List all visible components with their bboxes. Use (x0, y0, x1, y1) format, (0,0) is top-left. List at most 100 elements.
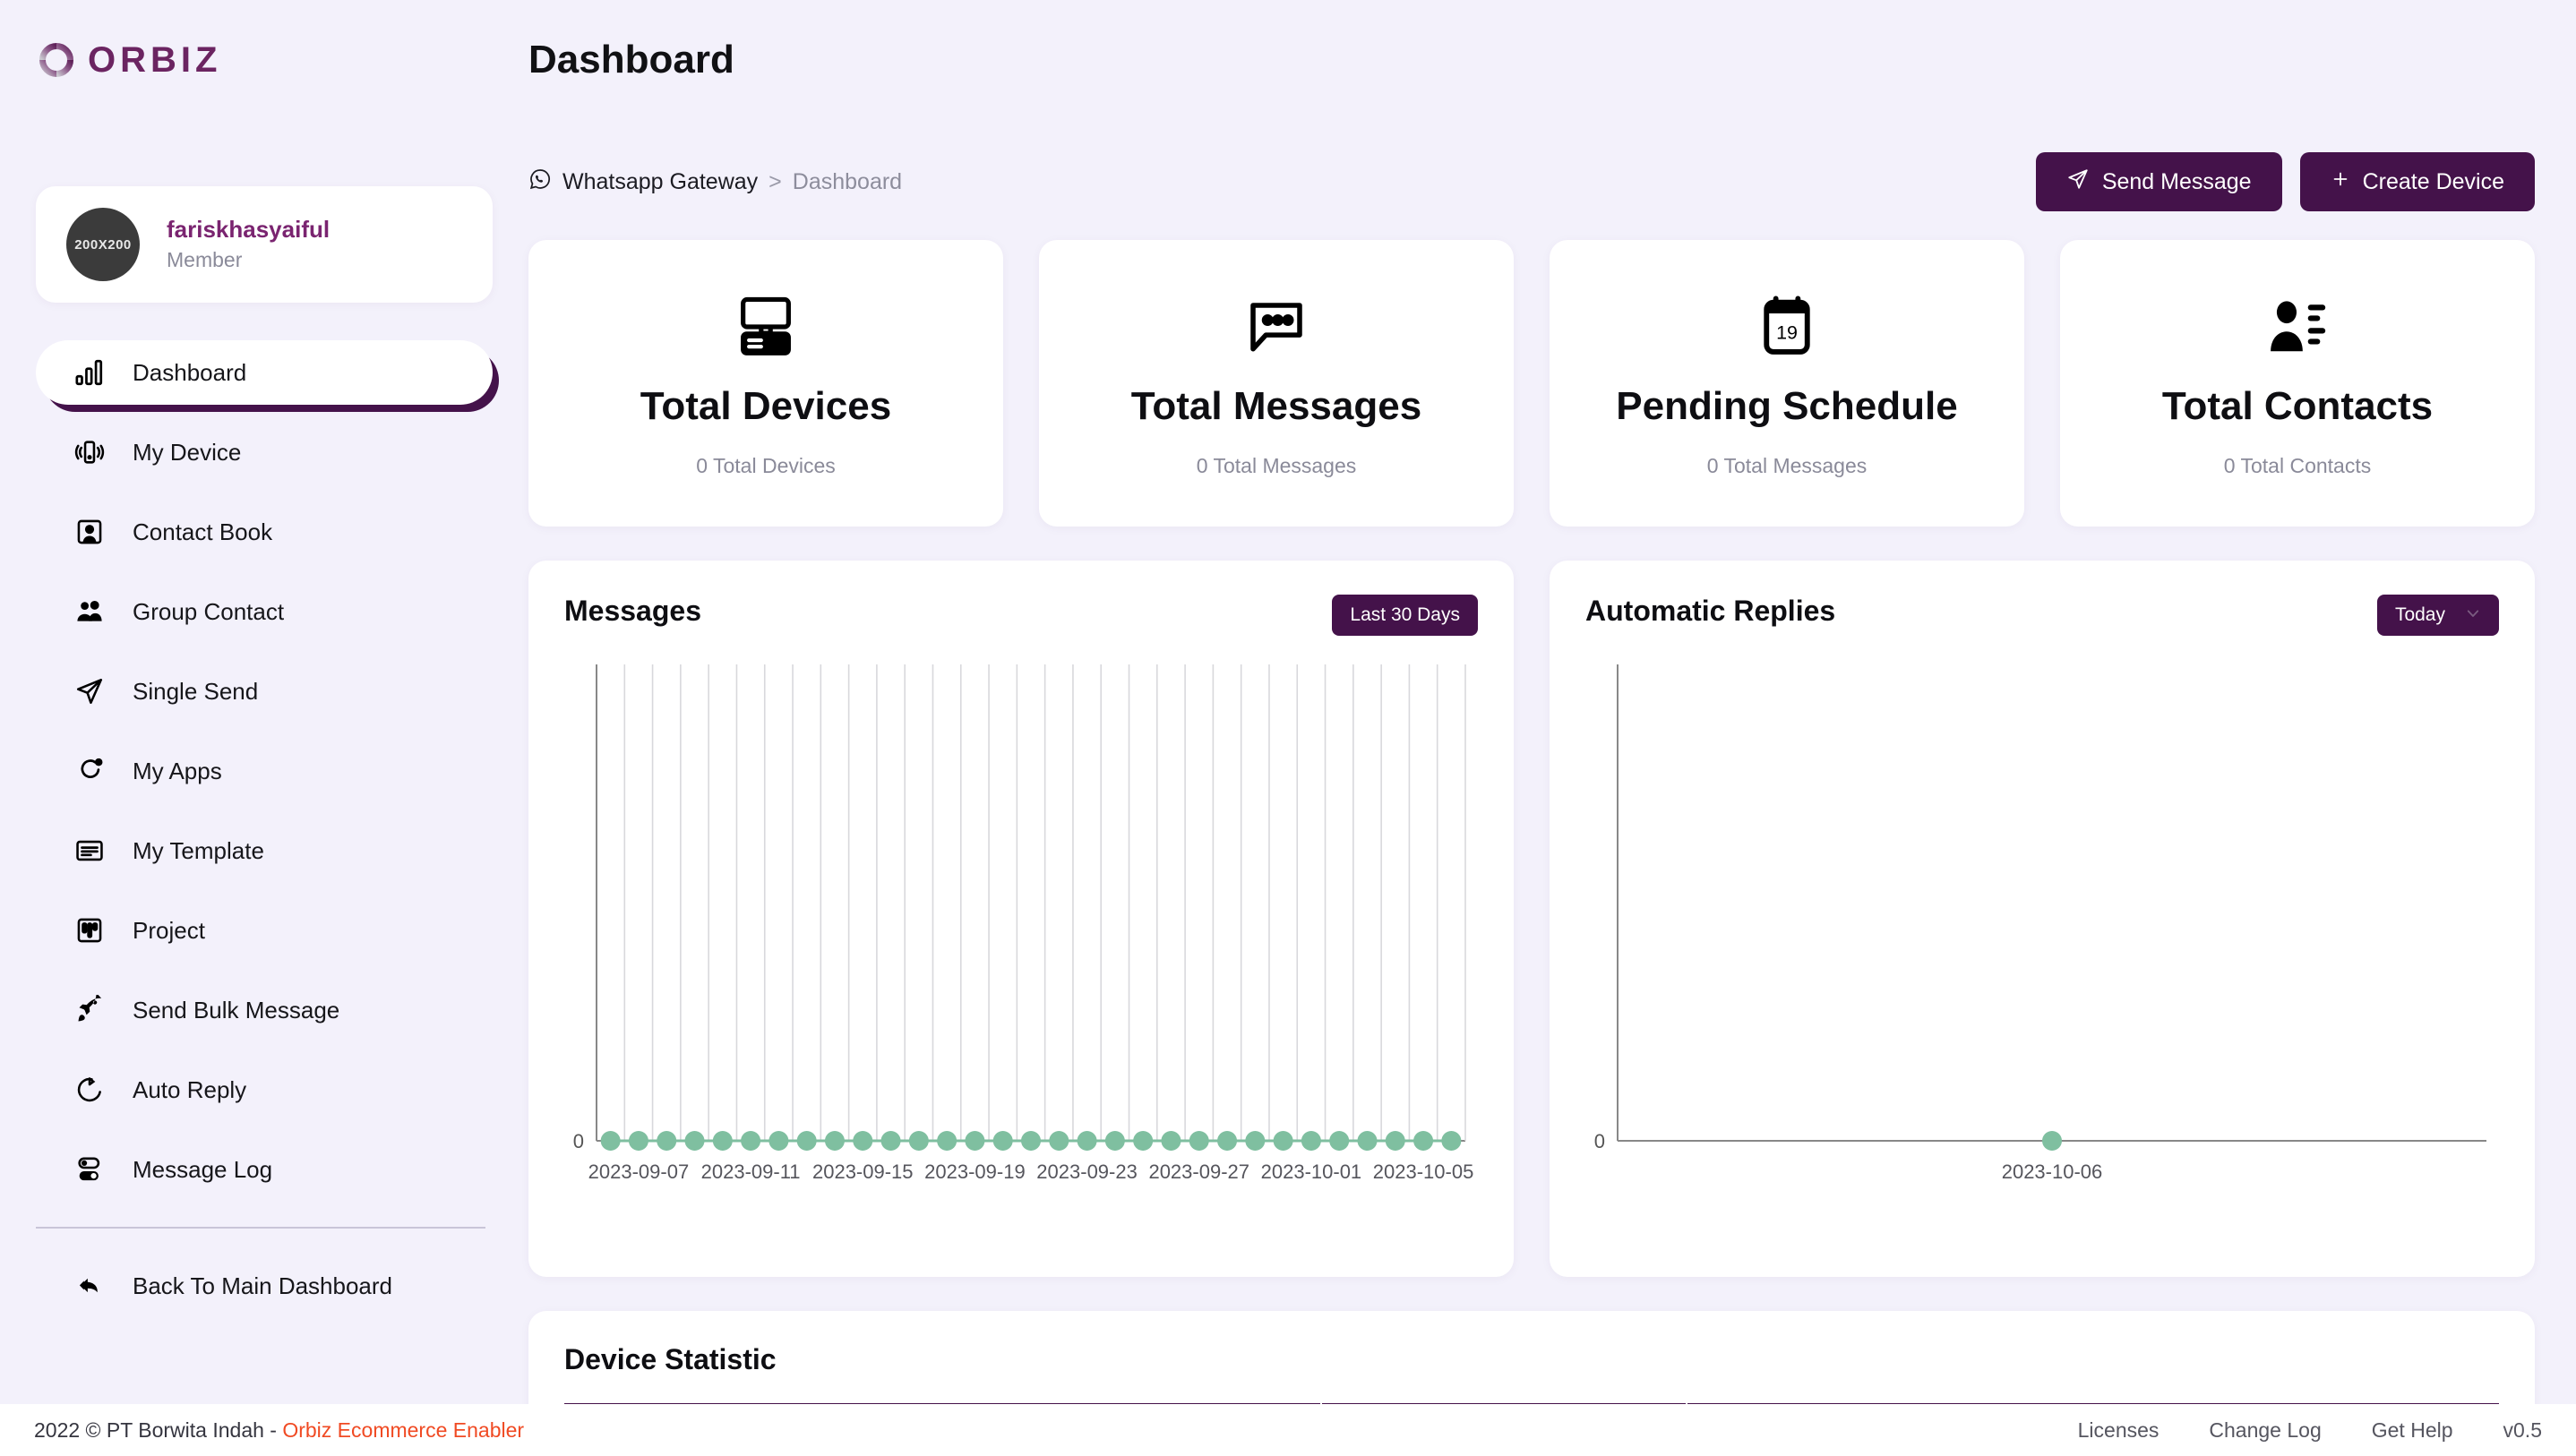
replies-plot-svg: 0 2023-10-06 (1594, 664, 2486, 1183)
send-message-label: Send Message (2101, 168, 2252, 194)
stat-card-total-contacts[interactable]: Total Contacts 0 Total Contacts (2060, 240, 2535, 527)
toggles-icon (72, 1152, 107, 1187)
sidebar-item-send-bulk-message[interactable]: Send Bulk Message (36, 978, 493, 1042)
footer-link-change-log[interactable]: Change Log (2209, 1418, 2321, 1443)
contact-card-icon (72, 514, 107, 550)
sidebar-item-label: My Device (133, 438, 242, 466)
calendar-19-icon: 19 (1752, 289, 1822, 364)
replies-chart-header: Automatic Replies Today (1585, 595, 2499, 636)
sidebar-item-label: Send Bulk Message (133, 996, 340, 1023)
messages-range-filter[interactable]: Last 30 Days (1332, 595, 1478, 636)
footer-link-licenses[interactable]: Licenses (2078, 1418, 2160, 1443)
footer-brand-link[interactable]: Orbiz Ecommerce Enabler (282, 1418, 524, 1442)
sidebar-item-my-apps[interactable]: My Apps (36, 739, 493, 803)
replies-range-label: Today (2394, 604, 2445, 625)
chart-cards: Messages Last 30 Days 0 2023-09-07 2023-09… (528, 561, 2535, 1277)
stat-card-total-messages[interactable]: Total Messages 0 Total Messages (1039, 240, 1514, 527)
create-device-button[interactable]: Create Device (2299, 152, 2535, 211)
stat-subtitle: 0 Total Contacts (2223, 453, 2372, 477)
breadcrumb-root[interactable]: Whatsapp Gateway (528, 167, 758, 197)
sidebar-divider (36, 1227, 485, 1229)
bar-chart-icon (72, 355, 107, 390)
replies-range-filter[interactable]: Today (2376, 595, 2499, 636)
create-device-label: Create Device (2362, 168, 2504, 194)
sidebar-item-label: Auto Reply (133, 1075, 247, 1103)
user-profile-card[interactable]: 200X200 fariskhasyaiful Member (36, 186, 493, 303)
sidebar-item-single-send[interactable]: Single Send (36, 659, 493, 724)
refresh-icon (72, 1072, 107, 1108)
sidebar-item-label: My Template (133, 836, 264, 864)
sidebar-item-my-device[interactable]: My Device (36, 420, 493, 484)
send-message-button[interactable]: Send Message (2035, 152, 2282, 211)
footer-links: Licenses Change Log Get Help v0.5 (2078, 1418, 2542, 1443)
contact-list-icon (2263, 289, 2332, 364)
sidebar-item-label: My Apps (133, 757, 222, 784)
template-icon (72, 833, 107, 869)
automatic-replies-chart-card: Automatic Replies Today 0 2023-10-06 (1550, 561, 2535, 1277)
messages-chart-header: Messages Last 30 Days (564, 595, 1478, 636)
messages-chart-title: Messages (564, 595, 701, 627)
sidebar-item-label: Group Contact (133, 597, 285, 625)
profile-name: fariskhasyaiful (167, 216, 331, 244)
apps-dot-icon (72, 753, 107, 789)
messages-chart-card: Messages Last 30 Days 0 2023-09-07 2023-09… (528, 561, 1514, 1277)
footer-version: v0.5 (2503, 1417, 2542, 1442)
messages-range-label: Last 30 Days (1350, 604, 1460, 625)
sidebar-item-message-log[interactable]: Message Log (36, 1137, 493, 1202)
messages-plot-svg: 02023-09-07 2023-09-11 2023-09-15 2023-09-1… (573, 664, 1474, 1183)
stat-title: Total Messages (1130, 383, 1422, 428)
svg-text:2023-10-05: 2023-10-05 (1373, 1161, 1474, 1183)
double-arrow-left-icon (72, 1268, 107, 1304)
svg-text:19: 19 (1776, 321, 1798, 343)
project-board-icon (72, 912, 107, 948)
sidebar-item-back-to-main-dashboard[interactable]: Back To Main Dashboard (36, 1254, 493, 1318)
breadcrumb-row: Whatsapp Gateway > Dashboard Send Messag… (528, 152, 2535, 211)
sidebar-item-my-template[interactable]: My Template (36, 818, 493, 883)
breadcrumb-current: Dashboard (792, 168, 903, 194)
svg-text:2023-10-01: 2023-10-01 (1261, 1161, 1362, 1183)
plus-icon (2331, 169, 2350, 195)
users-icon (72, 594, 107, 630)
footer-copyright: 2022 © PT Borwita Indah - Orbiz Ecommerc… (34, 1418, 524, 1443)
stat-title: Pending Schedule (1616, 383, 1958, 428)
sidebar-item-label: Back To Main Dashboard (133, 1272, 393, 1299)
sidebar-item-auto-reply[interactable]: Auto Reply (36, 1058, 493, 1122)
svg-text:2023-10-06: 2023-10-06 (2002, 1161, 2103, 1183)
main-content: Dashboard Whatsapp Gateway > Dashboard S… (528, 0, 2576, 1456)
sidebar-item-dashboard[interactable]: Dashboard (36, 340, 493, 405)
header-actions: Send Message Create Device (2035, 152, 2535, 211)
stat-card-total-devices[interactable]: Total Devices 0 Total Devices (528, 240, 1003, 527)
sidebar-item-label: Single Send (133, 677, 259, 705)
svg-text:0: 0 (1594, 1130, 1605, 1152)
stat-subtitle: 0 Total Messages (1196, 453, 1357, 477)
footer-link-get-help[interactable]: Get Help (2372, 1418, 2453, 1443)
logo-text: ORBIZ (88, 40, 222, 80)
svg-text:2023-09-23: 2023-09-23 (1036, 1161, 1138, 1183)
sidebar-item-label: Project (133, 916, 205, 944)
svg-text:2023-09-19: 2023-09-19 (924, 1161, 1026, 1183)
replies-chart-title: Automatic Replies (1585, 595, 1836, 627)
footer-copyright-text: 2022 © PT Borwita Indah - (34, 1417, 283, 1442)
svg-text:0: 0 (573, 1130, 584, 1152)
app-root: ORBIZ 200X200 fariskhasyaiful Member Das… (0, 0, 2576, 1456)
page-title: Dashboard (528, 38, 734, 81)
paper-plane-icon (72, 673, 107, 709)
stat-cards: Total Devices 0 Total Devices Total Mess… (528, 240, 2535, 527)
sidebar-item-label: Dashboard (133, 358, 247, 386)
profile-role: Member (167, 248, 243, 272)
mobile-signal-icon (72, 434, 107, 470)
rocket-icon (72, 992, 107, 1028)
sidebar-item-group-contact[interactable]: Group Contact (36, 579, 493, 644)
desktop-computer-icon (731, 289, 801, 364)
sidebar-nav: Dashboard My Device Contact Book Group C… (36, 340, 493, 1318)
avatar: 200X200 (66, 208, 140, 281)
stat-card-pending-schedule[interactable]: 19 Pending Schedule 0 Total Messages (1550, 240, 2024, 527)
sidebar-item-project[interactable]: Project (36, 898, 493, 963)
app-logo[interactable]: ORBIZ (36, 0, 493, 79)
breadcrumb: Whatsapp Gateway > Dashboard (528, 167, 902, 197)
stat-subtitle: 0 Total Messages (1706, 453, 1868, 477)
messages-plot: 0 2023-09-07 2023-09-11 2023-09-15 2023-09-1… (564, 657, 1478, 1212)
sidebar-item-contact-book[interactable]: Contact Book (36, 500, 493, 564)
paper-plane-icon (2066, 167, 2090, 197)
ring-logo-icon (38, 41, 75, 79)
